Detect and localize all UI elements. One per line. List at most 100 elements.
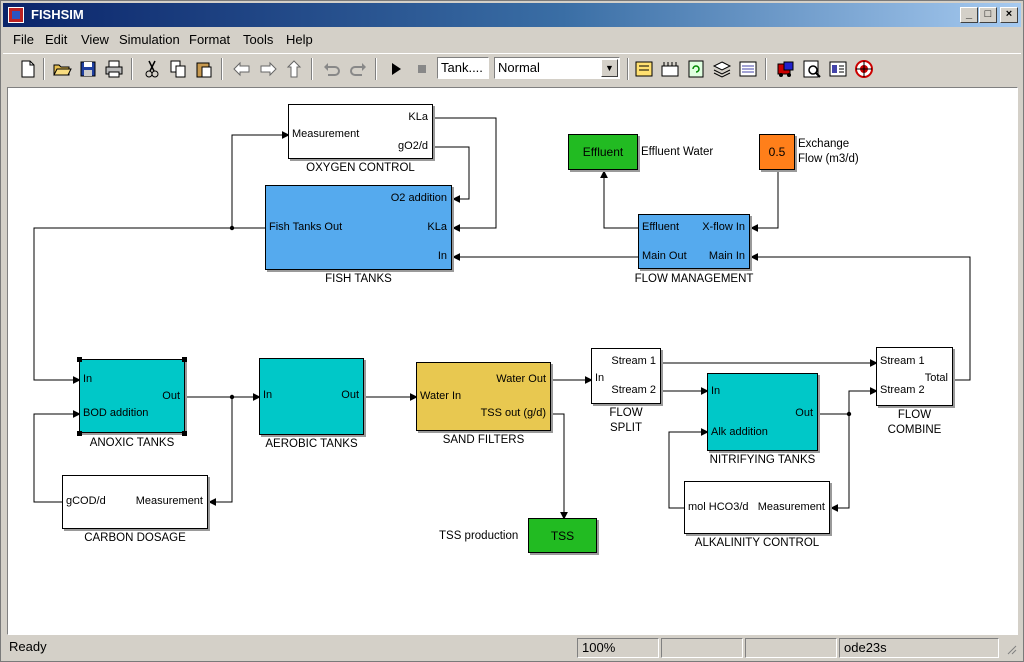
window-title: FISHSIM xyxy=(31,7,84,22)
redo-icon[interactable] xyxy=(347,58,369,80)
selection-handle[interactable] xyxy=(77,431,82,436)
effluent-block[interactable]: Effluent xyxy=(568,134,638,170)
aerobic-tanks-block[interactable]: In Out xyxy=(259,358,364,435)
up-arrow-icon[interactable] xyxy=(283,58,305,80)
refresh-icon[interactable] xyxy=(685,58,707,80)
undo-icon[interactable] xyxy=(321,58,343,80)
flow-mgmt-main-out-port: Main Out xyxy=(642,250,687,262)
exchange-flow-value: 0.5 xyxy=(768,145,786,159)
oxygen-control-go2-port: gO2/d xyxy=(398,140,428,152)
exchange-annotation-line1: Exchange xyxy=(798,138,850,150)
status-cell-empty-2 xyxy=(745,638,837,658)
stop-time-input[interactable]: Tank.... xyxy=(437,57,489,79)
flow-split-label-line2: SPLIT xyxy=(610,422,642,434)
anoxic-in-port: In xyxy=(83,373,93,385)
new-file-icon[interactable] xyxy=(17,58,39,80)
cut-icon[interactable] xyxy=(141,58,163,80)
menu-help[interactable]: Help xyxy=(286,32,313,47)
forward-arrow-icon[interactable] xyxy=(257,58,279,80)
nitrifying-tanks-label: NITRIFYING TANKS xyxy=(709,454,816,466)
carbon-dosage-label: CARBON DOSAGE xyxy=(84,532,186,544)
line-effluent xyxy=(600,170,639,229)
close-button[interactable]: × xyxy=(1000,7,1018,23)
carbon-measurement-port: Measurement xyxy=(135,495,203,507)
flow-combine-stream2-port: Stream 2 xyxy=(880,384,925,396)
status-text: Ready xyxy=(9,639,47,654)
title-bar: FISHSIM _ □ × xyxy=(3,3,1021,27)
profiler-icon[interactable] xyxy=(801,58,823,80)
anoxic-tanks-block[interactable]: In BOD addition Out xyxy=(79,359,185,433)
flow-mgmt-effluent-port: Effluent xyxy=(642,221,680,233)
flow-split-in-port: In xyxy=(595,372,605,384)
copy-icon[interactable] xyxy=(167,58,189,80)
flow-management-block[interactable]: Effluent X-flow In Main Out Main In xyxy=(638,214,750,269)
menu-view[interactable]: View xyxy=(81,32,109,47)
tss-block[interactable]: TSS xyxy=(528,518,597,553)
fish-tanks-in-port: In xyxy=(437,250,447,262)
menu-tools[interactable]: Tools xyxy=(243,32,273,47)
sand-water-in-port: Water In xyxy=(420,390,462,402)
chevron-down-icon[interactable]: ▼ xyxy=(601,59,618,77)
oxygen-control-block[interactable]: Measurement KLa gO2/d xyxy=(288,104,433,159)
simulation-mode-select[interactable]: Normal ▼ xyxy=(494,57,620,79)
flow-split-block[interactable]: In Stream 1 Stream 2 xyxy=(591,348,661,404)
save-icon[interactable] xyxy=(77,58,99,80)
fish-tanks-label: FISH TANKS xyxy=(325,273,392,285)
menu-file[interactable]: File xyxy=(13,32,34,47)
sand-filters-block[interactable]: Water In Water Out TSS out (g/d) xyxy=(416,362,551,431)
menu-edit[interactable]: Edit xyxy=(45,32,67,47)
play-icon[interactable] xyxy=(385,58,407,80)
layers-icon[interactable] xyxy=(711,58,733,80)
tss-block-text: TSS xyxy=(550,529,575,543)
debug-icon[interactable] xyxy=(775,58,797,80)
carbon-dosage-block[interactable]: gCOD/d Measurement xyxy=(62,475,208,529)
back-arrow-icon[interactable] xyxy=(231,58,253,80)
stop-icon[interactable] xyxy=(411,58,433,80)
sand-filters-label: SAND FILTERS xyxy=(442,434,525,446)
paste-icon[interactable] xyxy=(193,58,215,80)
nitrifying-tanks-block[interactable]: In Alk addition Out xyxy=(707,373,818,451)
line-anoxic-to-carbon xyxy=(208,397,233,506)
flow-mgmt-main-in-port: Main In xyxy=(708,250,745,262)
fish-tanks-kla-port: KLa xyxy=(427,221,447,233)
fish-tanks-block[interactable]: Fish Tanks Out O2 addition KLa In xyxy=(265,185,452,270)
anoxic-bod-port: BOD addition xyxy=(83,407,149,419)
carbon-gcod-port: gCOD/d xyxy=(66,495,106,507)
alkalinity-control-label: ALKALINITY CONTROL xyxy=(694,537,820,549)
menu-bar: File Edit View Simulation Format Tools H… xyxy=(3,29,1021,51)
effluent-block-text: Effluent xyxy=(582,145,624,159)
aerobic-in-port: In xyxy=(263,389,273,401)
sand-water-out-port: Water Out xyxy=(496,373,546,385)
selection-handle[interactable] xyxy=(77,357,82,362)
solver-name: ode23s xyxy=(839,638,999,658)
oxygen-control-measurement-port: Measurement xyxy=(292,128,360,140)
library-icon[interactable] xyxy=(659,58,681,80)
line-nitrifying-to-combine xyxy=(819,387,878,415)
alkalinity-control-block[interactable]: mol HCO3/d Measurement xyxy=(684,481,830,534)
explorer-icon[interactable] xyxy=(827,58,849,80)
open-folder-icon[interactable] xyxy=(51,58,73,80)
fish-tanks-out-port: Fish Tanks Out xyxy=(269,221,343,233)
flow-combine-block[interactable]: Stream 1 Stream 2 Total xyxy=(876,347,953,406)
maximize-button[interactable]: □ xyxy=(979,7,997,23)
exchange-annotation-line2: Flow (m3/d) xyxy=(798,153,859,165)
exchange-flow-constant[interactable]: 0.5 xyxy=(759,134,795,170)
line-fish-out-to-anoxic xyxy=(33,227,232,384)
sand-tss-out-port: TSS out (g/d) xyxy=(480,407,546,419)
minimize-button[interactable]: _ xyxy=(960,7,978,23)
resize-grip-icon[interactable] xyxy=(1005,643,1017,655)
selection-handle[interactable] xyxy=(182,357,187,362)
flow-combine-label-line1: FLOW xyxy=(897,409,932,421)
anoxic-tanks-label: ANOXIC TANKS xyxy=(89,437,175,449)
menu-format[interactable]: Format xyxy=(189,32,230,47)
target-icon[interactable] xyxy=(853,58,875,80)
selection-handle[interactable] xyxy=(182,431,187,436)
model-browser-icon[interactable] xyxy=(737,58,759,80)
app-window: FISHSIM _ □ × File Edit View Simulation … xyxy=(0,0,1024,662)
build-icon[interactable] xyxy=(633,58,655,80)
flow-combine-total-port: Total xyxy=(924,372,948,384)
flow-split-stream2-port: Stream 2 xyxy=(611,384,656,396)
status-bar: Ready 100% ode23s xyxy=(3,637,1021,659)
menu-simulation[interactable]: Simulation xyxy=(119,32,180,47)
print-icon[interactable] xyxy=(103,58,125,80)
